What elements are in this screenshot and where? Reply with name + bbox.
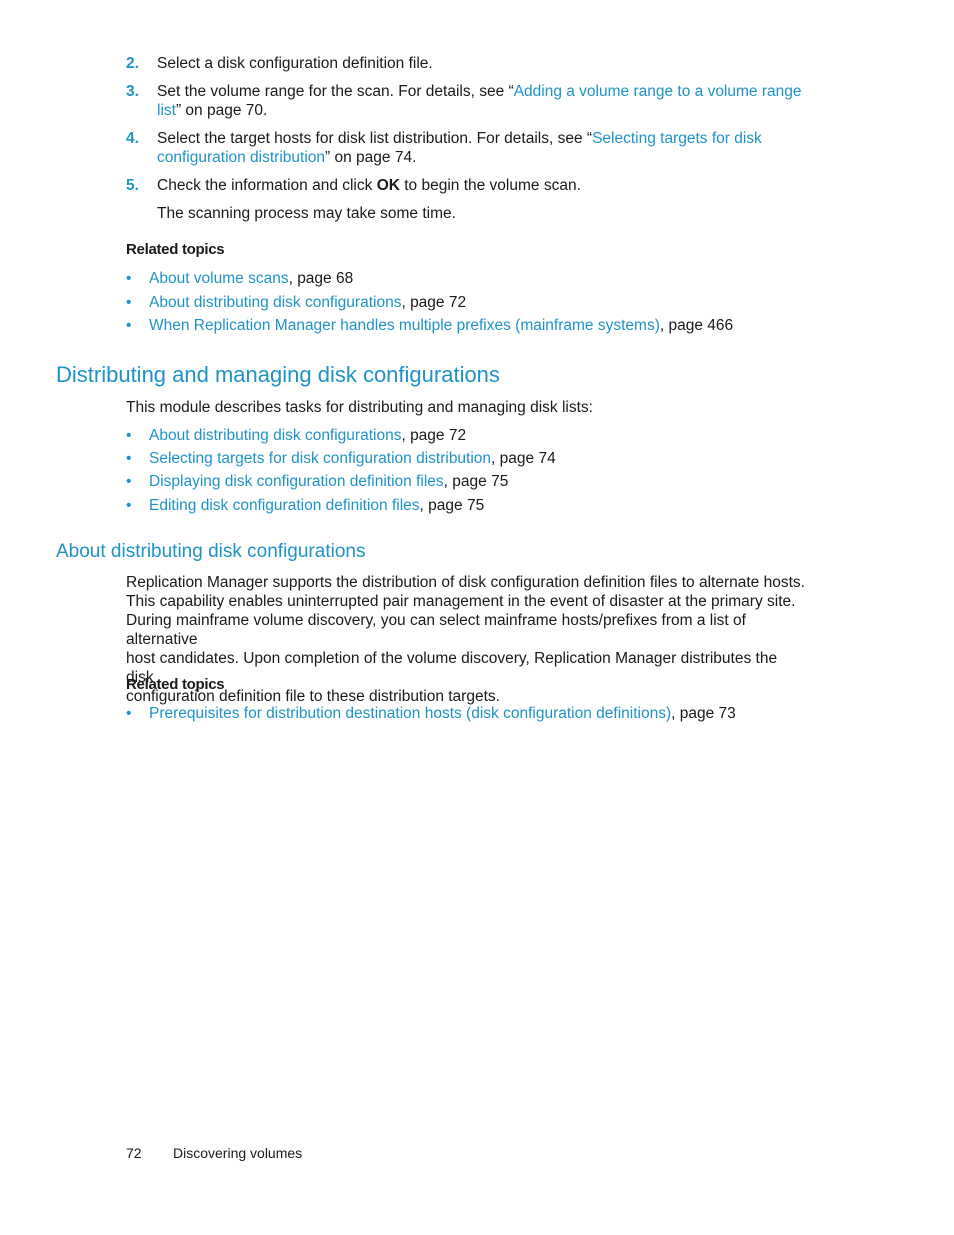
page-ref: , page 74 [491, 450, 556, 467]
section-intro: This module describes tasks for distribu… [126, 399, 593, 416]
step-4: 4. Select the target hosts for disk list… [126, 129, 806, 167]
body-line: Replication Manager supports the distrib… [126, 574, 805, 591]
related-topics-heading: Related topics [126, 676, 225, 693]
section-link[interactable]: Editing disk configuration definition fi… [149, 497, 420, 514]
section-link[interactable]: Selecting targets for disk configuration… [149, 450, 491, 467]
page-ref: , page 72 [401, 294, 467, 311]
related-topics-heading: Related topics [126, 241, 225, 258]
chapter-title: Discovering volumes [173, 1145, 303, 1161]
subsection-title: About distributing disk configurations [56, 541, 366, 562]
step-2: 2. Select a disk configuration definitio… [126, 54, 806, 73]
step-number: 4. [126, 130, 139, 147]
ok-label: OK [376, 177, 400, 194]
section-link[interactable]: Displaying disk configuration definition… [149, 473, 444, 490]
step-number: 3. [126, 83, 139, 100]
bullet-icon: • [126, 294, 132, 311]
step-5: 5. Check the information and click OK to… [126, 176, 806, 195]
step-3: 3. Set the volume range for the scan. Fo… [126, 82, 806, 120]
step-text-pre: Set the volume range for the scan. For d… [157, 83, 514, 100]
bullet-icon: • [126, 450, 132, 467]
bullet-icon: • [126, 427, 132, 444]
step-number: 2. [126, 55, 139, 72]
page-ref: , page 75 [443, 473, 509, 490]
bullet-icon: • [126, 705, 132, 722]
bullet-icon: • [126, 317, 132, 334]
body-line: During mainframe volume discovery, you c… [126, 612, 746, 648]
related-topic-item: • Prerequisites for distribution destina… [126, 704, 736, 723]
related-topic-link[interactable]: When Replication Manager handles multipl… [149, 317, 660, 334]
section-link[interactable]: About distributing disk configurations [149, 427, 401, 444]
bullet-icon: • [126, 473, 132, 490]
related-topic-item: • About distributing disk configurations… [126, 293, 466, 312]
bullet-icon: • [126, 270, 132, 287]
step-text: Select the target hosts for disk list di… [157, 129, 806, 167]
step-text-post: ” on page 70. [175, 102, 268, 119]
page-ref: , page 72 [401, 427, 467, 444]
related-topic-item: • About volume scans, page 68 [126, 269, 353, 288]
page-ref: , page 73 [671, 705, 736, 722]
step-text: Check the information and click OK to be… [157, 176, 806, 195]
section-list-item: • Selecting targets for disk configurati… [126, 449, 556, 468]
bullet-icon: • [126, 497, 132, 514]
page-ref: , page 68 [288, 270, 354, 287]
section-list-item: • Editing disk configuration definition … [126, 496, 484, 515]
step-text-post: ” on page 74. [325, 149, 417, 166]
related-topic-item: • When Replication Manager handles multi… [126, 316, 733, 335]
page-ref: , page 75 [419, 497, 485, 514]
step-5-note: The scanning process may take some time. [157, 205, 456, 222]
subsection-body: Replication Manager supports the distrib… [126, 573, 806, 706]
step-text-pre: Check the information and click [157, 177, 377, 194]
section-title: Distributing and managing disk configura… [56, 362, 500, 387]
step-text-post: to begin the volume scan. [399, 177, 581, 194]
related-topic-link[interactable]: Prerequisites for distribution destinati… [149, 705, 671, 722]
step-text: Set the volume range for the scan. For d… [157, 82, 806, 120]
body-line: host candidates. Upon completion of the … [126, 650, 778, 686]
section-list-item: • About distributing disk configurations… [126, 426, 466, 445]
step-text: Select a disk configuration definition f… [157, 55, 433, 72]
section-list-item: • Displaying disk configuration definiti… [126, 472, 508, 491]
step-text-pre: Select the target hosts for disk list di… [157, 130, 593, 147]
step-number: 5. [126, 177, 139, 194]
related-topic-link[interactable]: About volume scans [149, 270, 289, 287]
page-number: 72 [126, 1145, 142, 1161]
body-line: This capability enables uninterrupted pa… [126, 593, 796, 610]
related-topic-link[interactable]: About distributing disk configurations [149, 294, 401, 311]
page-ref: , page 466 [659, 317, 734, 334]
